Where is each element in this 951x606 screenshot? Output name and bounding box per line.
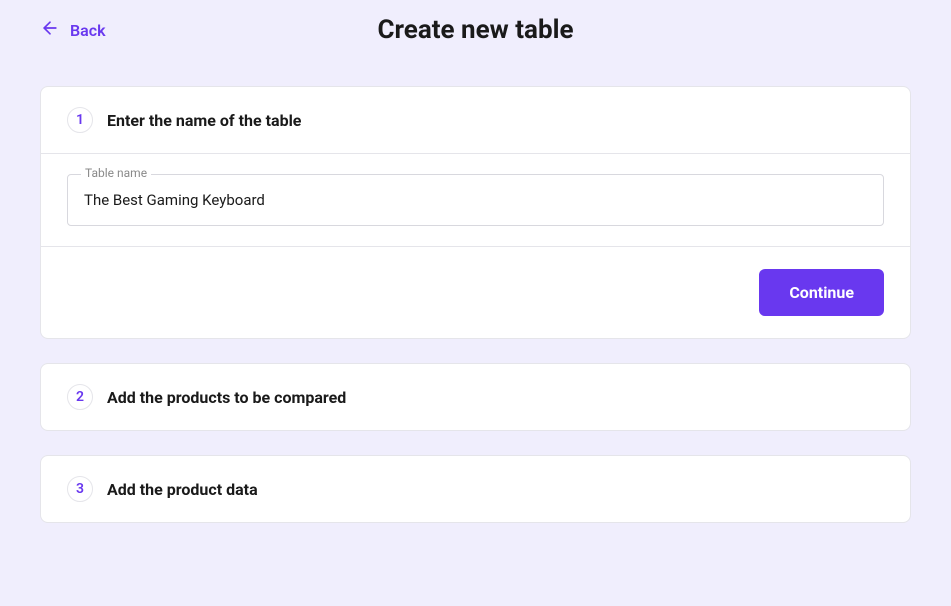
step-1-card: 1 Enter the name of the table Table name…	[40, 86, 911, 339]
step-3-number: 3	[67, 476, 93, 502]
step-3-header[interactable]: 3 Add the product data	[41, 456, 910, 522]
table-name-input[interactable]	[67, 174, 884, 226]
step-3-card: 3 Add the product data	[40, 455, 911, 523]
step-2-number: 2	[67, 384, 93, 410]
step-1-header: 1 Enter the name of the table	[41, 87, 910, 153]
step-2-card: 2 Add the products to be compared	[40, 363, 911, 431]
step-2-header[interactable]: 2 Add the products to be compared	[41, 364, 910, 430]
step-1-number: 1	[67, 107, 93, 133]
back-label: Back	[70, 21, 106, 40]
page-title: Create new table	[378, 15, 574, 45]
step-2-title: Add the products to be compared	[107, 388, 346, 407]
arrow-left-icon	[40, 18, 60, 42]
back-button[interactable]: Back	[40, 18, 106, 42]
step-1-title: Enter the name of the table	[107, 111, 301, 130]
table-name-label: Table name	[81, 166, 151, 180]
continue-button[interactable]: Continue	[759, 269, 884, 316]
step-3-title: Add the product data	[107, 480, 258, 499]
